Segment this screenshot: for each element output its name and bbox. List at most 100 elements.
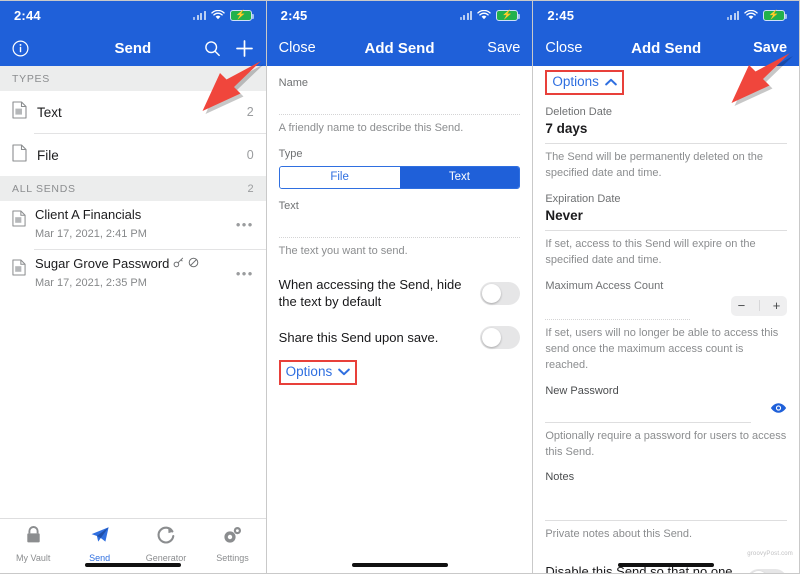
field-underline — [278, 236, 521, 238]
name-field-hint: A friendly name to describe this Send. — [278, 122, 464, 134]
cellular-signal-icon — [459, 10, 473, 20]
stepper-minus-button[interactable]: − — [738, 299, 746, 312]
overflow-menu-icon[interactable]: ••• — [236, 266, 254, 281]
home-indicator — [618, 562, 715, 567]
status-bar: 2:45 ⚡ — [533, 0, 800, 30]
max-access-count-hint: If set, users will no longer be able to … — [545, 326, 779, 371]
close-button[interactable]: Close — [279, 40, 316, 56]
type-row-text[interactable]: Text 2 — [0, 91, 266, 133]
status-bar-icons: ⚡ — [459, 9, 521, 21]
hide-text-toggle[interactable] — [480, 281, 521, 305]
send-date: Mar 17, 2021, 2:35 PM — [35, 276, 147, 289]
options-label: Options — [285, 364, 333, 380]
notes-hint: Private notes about this Send. — [545, 528, 693, 541]
nav-right-group: Save — [753, 40, 787, 56]
tab-label-generator: Generator — [145, 553, 187, 563]
field-underline — [545, 520, 788, 522]
lock-icon — [24, 525, 43, 550]
tab-send[interactable]: Send — [66, 525, 132, 563]
watermark: groovyPost.com — [747, 551, 794, 557]
hide-text-toggle-label: When accessing the Send, hide the text b… — [278, 276, 462, 310]
paper-plane-icon — [90, 525, 110, 550]
field-underline — [278, 114, 521, 115]
field-underline — [545, 318, 691, 320]
plus-icon[interactable] — [235, 39, 254, 58]
status-bar-clock: 2:44 — [14, 7, 41, 23]
wifi-icon — [477, 10, 492, 20]
send-name: Sugar Grove Password — [35, 256, 236, 273]
text-input[interactable] — [279, 212, 521, 230]
send-name-text: Sugar Grove Password — [35, 255, 170, 271]
overflow-menu-icon[interactable]: ••• — [236, 217, 254, 232]
segment-file[interactable]: File — [279, 166, 400, 188]
text-document-icon — [12, 100, 27, 124]
list-item[interactable]: Sugar Grove Password Mar 17, 2021, 2:35 … — [0, 249, 266, 298]
gears-icon — [222, 525, 243, 550]
quantity-stepper[interactable]: − + — [731, 295, 788, 316]
tab-settings[interactable]: Settings — [199, 525, 265, 563]
expiration-date-label: Expiration Date — [545, 192, 621, 205]
phone-screen-add-send: 2:45 ⚡ Close Add Send Save Name A friend… — [265, 0, 533, 574]
type-label-text: Text — [37, 104, 62, 120]
nav-bar: Send — [0, 30, 266, 66]
share-on-save-toggle[interactable] — [480, 326, 521, 350]
list-item-meta: Client A Financials Mar 17, 2021, 2:41 P… — [35, 207, 236, 242]
send-name-text: Client A Financials — [35, 207, 142, 222]
options-label: Options — [552, 74, 599, 89]
status-bar: 2:44 ⚡ — [0, 0, 266, 30]
all-sends-section-label: ALL SENDS — [12, 183, 76, 195]
tab-my-vault[interactable]: My Vault — [0, 525, 66, 563]
deletion-date-value[interactable]: 7 days — [545, 121, 787, 136]
all-sends-section-count: 2 — [247, 183, 254, 195]
add-send-options-form: Options Deletion Date 7 days The Send wi… — [533, 66, 799, 574]
list-item[interactable]: Client A Financials Mar 17, 2021, 2:41 P… — [0, 201, 266, 249]
all-sends-section-header: ALL SENDS 2 — [0, 176, 266, 201]
cellular-signal-icon — [193, 10, 206, 20]
list-item-meta: Sugar Grove Password Mar 17, 2021, 2:35 … — [35, 256, 236, 291]
add-send-form: Name A friendly name to describe this Se… — [267, 77, 533, 386]
type-count-file: 0 — [246, 148, 254, 162]
blank-document-icon — [12, 143, 27, 167]
refresh-icon — [156, 525, 176, 550]
share-on-save-toggle-label: Share this Send upon save. — [278, 330, 439, 346]
options-annotation-box: Options — [278, 360, 358, 386]
field-underline — [545, 421, 751, 423]
notes-input[interactable] — [545, 483, 787, 513]
nav-bar: Close Add Send Save — [266, 30, 533, 66]
expiration-date-value[interactable]: Never — [545, 208, 787, 223]
status-bar: 2:45 ⚡ — [266, 0, 533, 30]
status-bar-clock: 2:45 — [547, 7, 575, 23]
segment-text[interactable]: Text — [399, 166, 520, 188]
name-input[interactable] — [279, 89, 521, 107]
nav-right-group: Save — [487, 40, 520, 56]
key-icon — [173, 256, 184, 273]
options-annotation-box: Options — [545, 70, 624, 95]
type-row-file[interactable]: File 0 — [0, 134, 266, 176]
types-section-header: TYPES — [0, 66, 266, 91]
home-indicator — [84, 562, 181, 567]
info-circle-icon[interactable] — [12, 39, 29, 57]
type-field-label: Type — [278, 147, 303, 160]
tab-label-settings: Settings — [216, 553, 249, 563]
stepper-plus-button[interactable]: + — [773, 299, 781, 312]
nav-right-group — [204, 39, 254, 58]
stepper-divider — [758, 300, 760, 312]
disable-send-toggle[interactable] — [747, 569, 788, 574]
new-password-hint: Optionally require a password for users … — [545, 429, 787, 458]
nav-bar: Close Add Send Save — [533, 30, 800, 66]
eye-icon[interactable] — [770, 401, 787, 419]
options-disclosure-button[interactable]: Options — [552, 74, 617, 89]
close-button[interactable]: Close — [545, 40, 582, 56]
phone-screen-add-send-options: 2:45 ⚡ Close Add Send Save Options Delet… — [532, 0, 800, 574]
send-date: Mar 17, 2021, 2:41 PM — [35, 227, 147, 240]
chevron-down-icon — [338, 364, 351, 379]
deletion-date-hint: The Send will be permanently deleted on … — [545, 151, 764, 179]
type-segmented-control[interactable]: File Text — [278, 165, 521, 189]
save-button[interactable]: Save — [753, 40, 787, 56]
battery-charging-icon: ⚡ — [229, 9, 254, 21]
save-button[interactable]: Save — [487, 40, 520, 56]
types-section-label: TYPES — [12, 73, 50, 85]
tab-generator[interactable]: Generator — [133, 525, 199, 563]
options-disclosure-button[interactable]: Options — [286, 364, 351, 379]
search-icon[interactable] — [204, 40, 221, 57]
